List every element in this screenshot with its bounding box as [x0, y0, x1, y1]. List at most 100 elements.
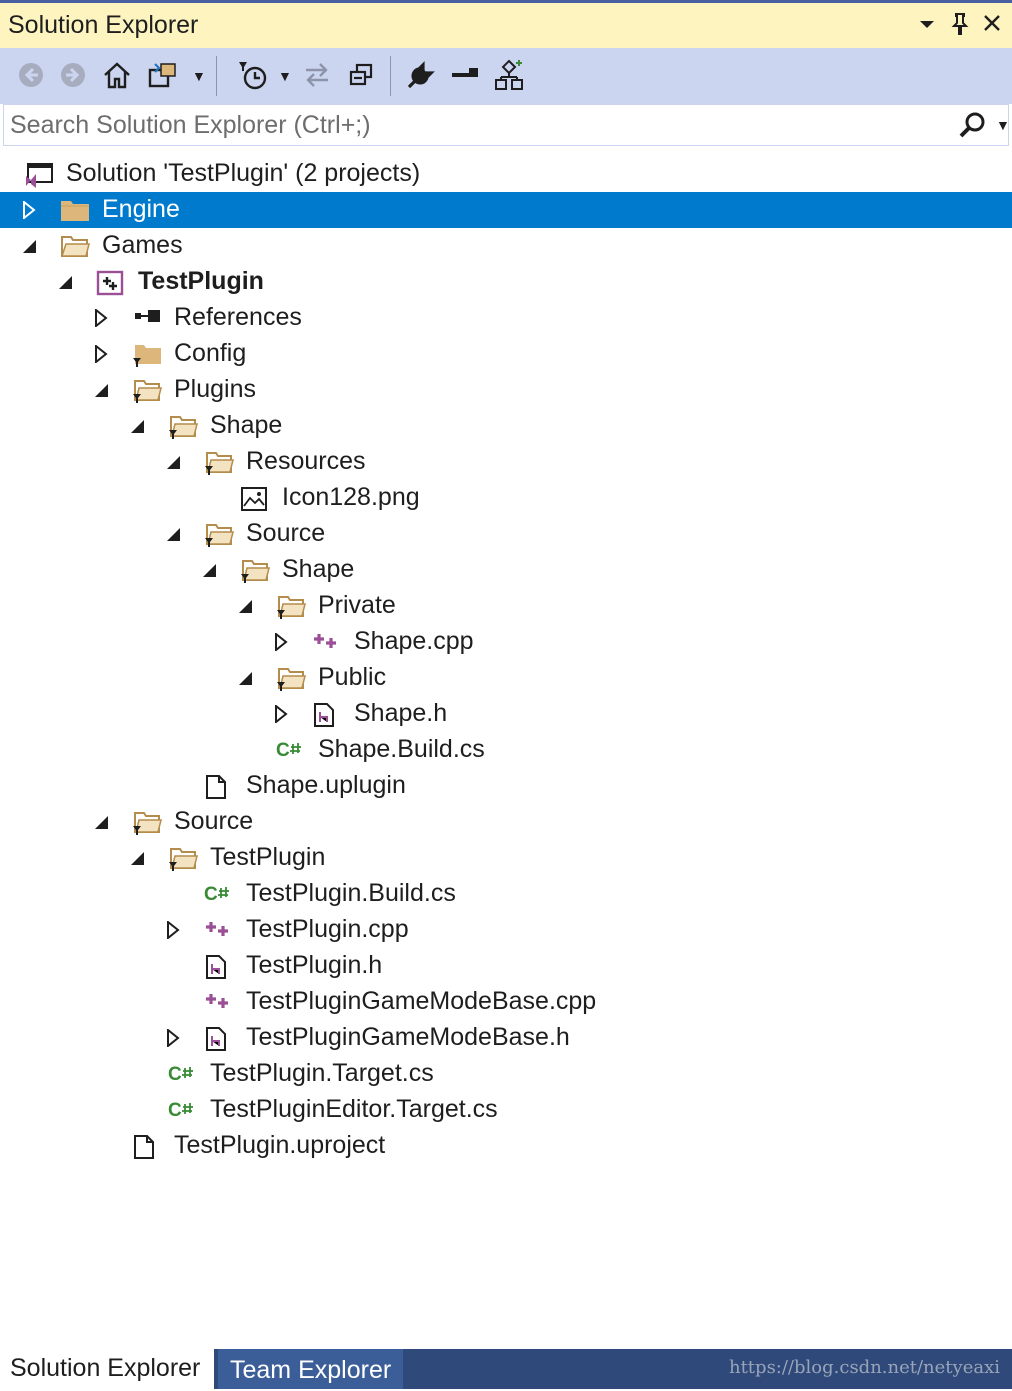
expanded-arrow-icon[interactable] [164, 453, 182, 471]
tab-team-explorer[interactable]: Team Explorer [218, 1349, 404, 1389]
tree-item-label: Private [318, 591, 396, 619]
expanded-arrow-icon[interactable] [236, 669, 254, 687]
cpp-file-icon [312, 630, 338, 654]
sync-icon[interactable] [300, 58, 334, 92]
expanded-arrow-icon[interactable] [20, 237, 38, 255]
tree-item-testplugingamemodebase-h[interactable]: TestPluginGameModeBase.h [0, 1020, 1012, 1056]
collapsed-arrow-icon[interactable] [92, 307, 110, 329]
tree-item-testplugin-h[interactable]: TestPlugin.h [0, 948, 1012, 984]
tree-item-label: Plugins [174, 375, 256, 403]
tree-item-label: Icon128.png [282, 483, 420, 511]
pending-changes-filter-icon[interactable] [236, 58, 270, 92]
tree-item-label: TestPlugin.h [246, 951, 383, 979]
expanded-arrow-icon[interactable] [92, 381, 110, 399]
tree-item-label: TestPlugin.Target.cs [210, 1059, 434, 1087]
tree-item-testplugineditor-target-cs[interactable]: C TestPluginEditor.Target.cs [0, 1092, 1012, 1128]
tree-item-shape[interactable]: Shape [0, 552, 1012, 588]
tab-strip: Solution Explorer Team Explorer https://… [0, 1349, 1012, 1389]
tree-item-testplugin-build-cs[interactable]: C TestPlugin.Build.cs [0, 876, 1012, 912]
collapsed-arrow-icon[interactable] [272, 631, 290, 653]
collapsed-arrow-icon[interactable] [272, 703, 290, 725]
tab-solution-explorer[interactable]: Solution Explorer [0, 1349, 214, 1389]
tree-item-public[interactable]: Public [0, 660, 1012, 696]
filter-folder-icon [132, 342, 161, 367]
expanded-arrow-icon[interactable] [128, 849, 146, 867]
tree-item-testplugin[interactable]: TestPlugin [0, 840, 1012, 876]
filter-folder-open-icon [132, 378, 162, 403]
expanded-arrow-icon[interactable] [56, 273, 74, 291]
properties-icon[interactable] [404, 58, 438, 92]
tree-item-shape-uplugin[interactable]: Shape.uplugin [0, 768, 1012, 804]
tree-item-testplugingamemodebase-cpp[interactable]: TestPluginGameModeBase.cpp [0, 984, 1012, 1020]
collapsed-arrow-icon[interactable] [164, 919, 182, 941]
search-icon[interactable] [958, 111, 986, 144]
search-box: ▼ [3, 104, 1010, 146]
tree-item-shape-cpp[interactable]: Shape.cpp [0, 624, 1012, 660]
tree-item-label: Solution 'TestPlugin' (2 projects) [66, 159, 421, 187]
filter-dropdown-icon[interactable]: ▼ [278, 68, 292, 84]
panel-title: Solution Explorer [8, 11, 199, 39]
search-input[interactable] [10, 109, 940, 141]
expanded-arrow-icon[interactable] [92, 813, 110, 831]
expanded-arrow-icon[interactable] [236, 597, 254, 615]
preview-icon[interactable] [448, 58, 482, 92]
header-file-icon [204, 954, 230, 979]
filter-folder-open-icon [240, 558, 270, 583]
tree-item-label: TestPlugin [138, 267, 264, 295]
tree-item-testplugin-cpp[interactable]: TestPlugin.cpp [0, 912, 1012, 948]
filter-folder-open-icon [276, 666, 306, 691]
class-view-icon[interactable] [492, 58, 526, 92]
switch-views-icon[interactable] [146, 58, 180, 92]
tree-item-plugins[interactable]: Plugins [0, 372, 1012, 408]
search-options-dropdown-icon[interactable]: ▼ [996, 117, 1010, 133]
tree-item-config[interactable]: Config [0, 336, 1012, 372]
tree-item-solution-testplugin-2-projects[interactable]: Solution 'TestPlugin' (2 projects) [0, 156, 1012, 192]
tree-item-icon128-png[interactable]: Icon128.png [0, 480, 1012, 516]
image-file-icon [240, 486, 267, 511]
collapsed-arrow-icon[interactable] [92, 343, 110, 365]
tree-item-label: Resources [246, 447, 366, 475]
collapsed-arrow-icon[interactable] [164, 1027, 182, 1049]
tree-item-label: TestPluginEditor.Target.cs [210, 1095, 498, 1123]
collapsed-arrow-icon[interactable] [20, 199, 38, 221]
tree-item-engine[interactable]: Engine [0, 192, 1012, 228]
tree-item-label: TestPlugin.cpp [246, 915, 409, 943]
expanded-arrow-icon[interactable] [200, 561, 218, 579]
tree-item-testplugin[interactable]: TestPlugin [0, 264, 1012, 300]
tree-item-shape-build-cs[interactable]: C Shape.Build.cs [0, 732, 1012, 768]
tree-item-shape-h[interactable]: Shape.h [0, 696, 1012, 732]
watermark: https://blog.csdn.net/netyeaxi [728, 1357, 1000, 1378]
tree-item-label: Config [174, 339, 247, 367]
close-icon[interactable] [982, 13, 1002, 39]
tree-item-private[interactable]: Private [0, 588, 1012, 624]
cpp-file-icon [204, 990, 230, 1014]
tree-item-label: Source [174, 807, 254, 835]
header-file-icon [204, 1026, 230, 1051]
tree-item-label: Shape.cpp [354, 627, 474, 655]
tree-item-references[interactable]: References [0, 300, 1012, 336]
expanded-arrow-icon[interactable] [128, 417, 146, 435]
tree-item-label: TestPlugin [210, 843, 326, 871]
tree-item-source[interactable]: Source [0, 804, 1012, 840]
folder-open-icon [60, 234, 90, 258]
pin-icon[interactable] [950, 13, 970, 41]
switch-views-dropdown-icon[interactable]: ▼ [192, 68, 206, 84]
toolbar-separator [390, 56, 391, 96]
cpp-project-icon [96, 270, 124, 296]
window-position-dropdown-icon[interactable] [918, 13, 936, 39]
forward-icon[interactable] [56, 58, 90, 92]
expanded-arrow-icon[interactable] [164, 525, 182, 543]
tree-item-games[interactable]: Games [0, 228, 1012, 264]
filter-folder-open-icon [132, 810, 162, 835]
tree-item-resources[interactable]: Resources [0, 444, 1012, 480]
tree-item-shape[interactable]: Shape [0, 408, 1012, 444]
generic-file-icon [204, 774, 230, 799]
tree-item-testplugin-uproject[interactable]: TestPlugin.uproject [0, 1128, 1012, 1164]
toolbar: ▼ ▼ [0, 48, 1012, 104]
back-icon[interactable] [14, 58, 48, 92]
tree-item-source[interactable]: Source [0, 516, 1012, 552]
tree-item-testplugin-target-cs[interactable]: C TestPlugin.Target.cs [0, 1056, 1012, 1092]
home-icon[interactable] [100, 58, 134, 92]
collapse-all-icon[interactable] [344, 58, 378, 92]
tree-item-label: TestPluginGameModeBase.h [246, 1023, 570, 1051]
